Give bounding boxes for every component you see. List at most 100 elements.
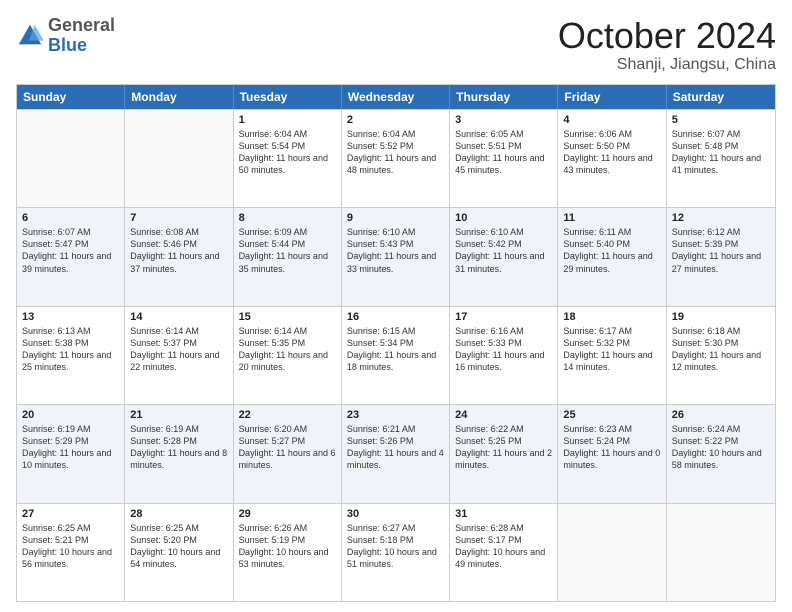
calendar-cell: 20 Sunrise: 6:19 AMSunset: 5:29 PMDayligh… — [17, 405, 125, 502]
calendar-cell: 15Sunrise: 6:14 AMSunset: 5:35 PMDayligh… — [234, 307, 342, 404]
cell-info: Sunrise: 6:18 AMSunset: 5:30 PMDaylight:… — [672, 325, 770, 374]
calendar-row-3: 13 Sunrise: 6:13 AMSunset: 5:38 PMDayligh… — [17, 306, 775, 404]
day-number: 11 — [563, 212, 660, 224]
day-number: 2 — [347, 114, 444, 126]
weekday-header-wednesday: Wednesday — [342, 85, 450, 109]
calendar-cell: 30 Sunrise: 6:27 AMSunset: 5:18 PMDayligh… — [342, 504, 450, 601]
calendar-cell: 19 Sunrise: 6:18 AMSunset: 5:30 PMDayligh… — [667, 307, 775, 404]
cell-info: Sunrise: 6:26 AMSunset: 5:19 PMDaylight:… — [239, 522, 336, 571]
month-title: October 2024 — [558, 16, 776, 56]
calendar-row-4: 20 Sunrise: 6:19 AMSunset: 5:29 PMDayligh… — [17, 404, 775, 502]
weekday-header-monday: Monday — [125, 85, 233, 109]
cell-info: Sunrise: 6:04 AMSunset: 5:52 PMDaylight:… — [347, 128, 444, 177]
day-number: 21 — [130, 409, 227, 421]
day-number: 26 — [672, 409, 770, 421]
cell-info: Sunrise: 6:08 AMSunset: 5:46 PMDaylight:… — [130, 226, 227, 275]
calendar-cell: 18Sunrise: 6:17 AMSunset: 5:32 PMDayligh… — [558, 307, 666, 404]
calendar-cell: 26Sunrise: 6:24 AMSunset: 5:22 PMDayligh… — [667, 405, 775, 502]
calendar-cell — [667, 504, 775, 601]
day-number: 16 — [347, 311, 444, 323]
cell-info: Sunrise: 6:21 AMSunset: 5:26 PMDaylight:… — [347, 423, 444, 472]
cell-info: Sunrise: 6:09 AMSunset: 5:44 PMDaylight:… — [239, 226, 336, 275]
weekday-header-thursday: Thursday — [450, 85, 558, 109]
weekday-header-saturday: Saturday — [667, 85, 775, 109]
calendar-row-1: 1 Sunrise: 6:04 AMSunset: 5:54 PMDaylight… — [17, 109, 775, 207]
day-number: 25 — [563, 409, 660, 421]
calendar-cell: 28 Sunrise: 6:25 AMSunset: 5:20 PMDayligh… — [125, 504, 233, 601]
cell-info: Sunrise: 6:23 AMSunset: 5:24 PMDaylight:… — [563, 423, 660, 472]
weekday-header-tuesday: Tuesday — [234, 85, 342, 109]
cell-info: Sunrise: 6:25 AMSunset: 5:20 PMDaylight:… — [130, 522, 227, 571]
cell-info: Sunrise: 6:19 AMSunset: 5:28 PMDaylight:… — [130, 423, 227, 472]
page: General Blue October 2024 Shanji, Jiangs… — [0, 0, 792, 612]
day-number: 20 — [22, 409, 119, 421]
calendar-cell: 27 Sunrise: 6:25 AMSunset: 5:21 PMDayligh… — [17, 504, 125, 601]
day-number: 5 — [672, 114, 770, 126]
cell-info: Sunrise: 6:28 AMSunset: 5:17 PMDaylight:… — [455, 522, 552, 571]
day-number: 7 — [130, 212, 227, 224]
day-number: 22 — [239, 409, 336, 421]
cell-info: Sunrise: 6:04 AMSunset: 5:54 PMDaylight:… — [239, 128, 336, 177]
location-title: Shanji, Jiangsu, China — [558, 56, 776, 74]
calendar-cell: 17 Sunrise: 6:16 AMSunset: 5:33 PMDayligh… — [450, 307, 558, 404]
calendar-cell: 9 Sunrise: 6:10 AMSunset: 5:43 PMDaylight… — [342, 208, 450, 305]
cell-info: Sunrise: 6:12 AMSunset: 5:39 PMDaylight:… — [672, 226, 770, 275]
day-number: 24 — [455, 409, 552, 421]
header: General Blue October 2024 Shanji, Jiangs… — [16, 16, 776, 74]
calendar-cell: 11 Sunrise: 6:11 AMSunset: 5:40 PMDayligh… — [558, 208, 666, 305]
day-number: 12 — [672, 212, 770, 224]
calendar-cell: 25 Sunrise: 6:23 AMSunset: 5:24 PMDayligh… — [558, 405, 666, 502]
calendar-cell: 2 Sunrise: 6:04 AMSunset: 5:52 PMDaylight… — [342, 110, 450, 207]
calendar-cell: 29Sunrise: 6:26 AMSunset: 5:19 PMDayligh… — [234, 504, 342, 601]
calendar-cell — [17, 110, 125, 207]
calendar-cell: 7 Sunrise: 6:08 AMSunset: 5:46 PMDaylight… — [125, 208, 233, 305]
calendar-cell: 23 Sunrise: 6:21 AMSunset: 5:26 PMDayligh… — [342, 405, 450, 502]
cell-info: Sunrise: 6:10 AMSunset: 5:42 PMDaylight:… — [455, 226, 552, 275]
calendar-row-5: 27 Sunrise: 6:25 AMSunset: 5:21 PMDayligh… — [17, 503, 775, 601]
cell-info: Sunrise: 6:14 AMSunset: 5:37 PMDaylight:… — [130, 325, 227, 374]
cell-info: Sunrise: 6:22 AMSunset: 5:25 PMDaylight:… — [455, 423, 552, 472]
weekday-header-sunday: Sunday — [17, 85, 125, 109]
day-number: 9 — [347, 212, 444, 224]
day-number: 19 — [672, 311, 770, 323]
calendar-body: 1 Sunrise: 6:04 AMSunset: 5:54 PMDaylight… — [17, 109, 775, 601]
logo-general-text: General — [48, 15, 115, 35]
day-number: 4 — [563, 114, 660, 126]
day-number: 13 — [22, 311, 119, 323]
cell-info: Sunrise: 6:19 AMSunset: 5:29 PMDaylight:… — [22, 423, 119, 472]
calendar-cell: 10Sunrise: 6:10 AMSunset: 5:42 PMDayligh… — [450, 208, 558, 305]
cell-info: Sunrise: 6:25 AMSunset: 5:21 PMDaylight:… — [22, 522, 119, 571]
cell-info: Sunrise: 6:20 AMSunset: 5:27 PMDaylight:… — [239, 423, 336, 472]
logo-blue-text: Blue — [48, 35, 87, 55]
cell-info: Sunrise: 6:16 AMSunset: 5:33 PMDaylight:… — [455, 325, 552, 374]
cell-info: Sunrise: 6:11 AMSunset: 5:40 PMDaylight:… — [563, 226, 660, 275]
calendar-cell: 14 Sunrise: 6:14 AMSunset: 5:37 PMDayligh… — [125, 307, 233, 404]
calendar-header: SundayMondayTuesdayWednesdayThursdayFrid… — [17, 85, 775, 109]
day-number: 6 — [22, 212, 119, 224]
calendar-cell: 5Sunrise: 6:07 AMSunset: 5:48 PMDaylight… — [667, 110, 775, 207]
calendar-cell: 13 Sunrise: 6:13 AMSunset: 5:38 PMDayligh… — [17, 307, 125, 404]
day-number: 14 — [130, 311, 227, 323]
day-number: 23 — [347, 409, 444, 421]
cell-info: Sunrise: 6:10 AMSunset: 5:43 PMDaylight:… — [347, 226, 444, 275]
day-number: 27 — [22, 508, 119, 520]
calendar-cell: 31Sunrise: 6:28 AMSunset: 5:17 PMDayligh… — [450, 504, 558, 601]
day-number: 28 — [130, 508, 227, 520]
calendar-cell: 24 Sunrise: 6:22 AMSunset: 5:25 PMDayligh… — [450, 405, 558, 502]
day-number: 30 — [347, 508, 444, 520]
calendar-cell — [558, 504, 666, 601]
cell-info: Sunrise: 6:13 AMSunset: 5:38 PMDaylight:… — [22, 325, 119, 374]
cell-info: Sunrise: 6:27 AMSunset: 5:18 PMDaylight:… — [347, 522, 444, 571]
calendar-cell: 21 Sunrise: 6:19 AMSunset: 5:28 PMDayligh… — [125, 405, 233, 502]
logo: General Blue — [16, 16, 115, 56]
day-number: 8 — [239, 212, 336, 224]
cell-info: Sunrise: 6:05 AMSunset: 5:51 PMDaylight:… — [455, 128, 552, 177]
weekday-header-friday: Friday — [558, 85, 666, 109]
title-block: October 2024 Shanji, Jiangsu, China — [558, 16, 776, 74]
day-number: 1 — [239, 114, 336, 126]
calendar-row-2: 6Sunrise: 6:07 AMSunset: 5:47 PMDaylight… — [17, 207, 775, 305]
day-number: 17 — [455, 311, 552, 323]
calendar-cell: 16 Sunrise: 6:15 AMSunset: 5:34 PMDayligh… — [342, 307, 450, 404]
cell-info: Sunrise: 6:17 AMSunset: 5:32 PMDaylight:… — [563, 325, 660, 374]
cell-info: Sunrise: 6:15 AMSunset: 5:34 PMDaylight:… — [347, 325, 444, 374]
